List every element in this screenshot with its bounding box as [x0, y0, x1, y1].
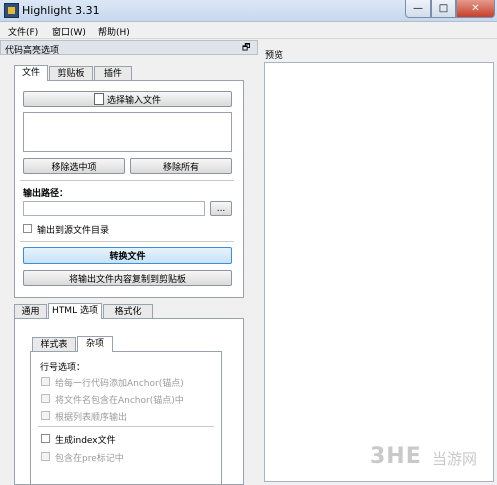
- copy-to-clipboard-button[interactable]: 将输出文件内容复制到剪贴板: [23, 270, 232, 286]
- output-to-source-checkbox[interactable]: [23, 224, 32, 233]
- filename-in-anchor-checkbox[interactable]: [41, 394, 50, 403]
- generate-index-label: 生成index文件: [55, 436, 116, 446]
- document-icon: [93, 93, 104, 105]
- menu-file[interactable]: 文件(F): [8, 25, 38, 38]
- float-panel-icon[interactable]: 🗗: [242, 43, 252, 53]
- ordered-output-checkbox[interactable]: [41, 411, 50, 420]
- browse-button[interactable]: ...: [210, 201, 232, 216]
- tab-clipboard[interactable]: 剪贴板: [49, 66, 93, 81]
- tab-misc[interactable]: 杂项: [77, 336, 113, 352]
- line-options-label: 行号选项：: [40, 363, 86, 373]
- tab-formatting[interactable]: 格式化: [103, 304, 153, 319]
- remove-selected-button[interactable]: 移除选中项: [23, 158, 125, 174]
- generate-index-checkbox[interactable]: [41, 434, 50, 443]
- divider: [20, 180, 234, 181]
- menu-bar: 文件(F) 窗口(W) 帮助(H): [0, 22, 497, 39]
- tab-plugins[interactable]: 插件: [94, 66, 132, 81]
- include-pre-checkbox[interactable]: [41, 452, 50, 461]
- preview-area[interactable]: [264, 62, 494, 482]
- select-input-file-button[interactable]: 选择输入文件: [23, 91, 232, 107]
- watermark-logo: 3HE: [370, 444, 422, 469]
- menu-help[interactable]: 帮助(H): [98, 25, 130, 38]
- convert-files-button[interactable]: 转换文件: [23, 247, 232, 264]
- window-title: Highlight 3.31: [22, 4, 100, 17]
- input-file-list[interactable]: [23, 112, 232, 152]
- anchor-each-line-label: 给每一行代码添加Anchor(锚点): [55, 379, 184, 389]
- tab-stylesheet[interactable]: 样式表: [32, 337, 76, 352]
- anchor-each-line-checkbox[interactable]: [41, 377, 50, 386]
- remove-all-button[interactable]: 移除所有: [130, 158, 232, 174]
- output-path-label: 输出路径：: [23, 189, 69, 199]
- output-to-source-label: 输出到源文件目录: [37, 226, 110, 236]
- ordered-output-label: 根据列表顺序输出: [55, 413, 128, 423]
- menu-window[interactable]: 窗口(W): [52, 25, 86, 38]
- panel-title: 代码高亮选项: [5, 46, 60, 56]
- minimize-button[interactable]: —: [405, 0, 431, 18]
- tab-file[interactable]: 文件: [14, 65, 48, 81]
- divider: [38, 426, 214, 427]
- watermark-text: 当游网: [432, 450, 478, 468]
- options-panel-header: 代码高亮选项 🗗: [0, 40, 258, 56]
- tab-html-options[interactable]: HTML 选项: [48, 303, 102, 319]
- divider: [20, 241, 234, 242]
- maximize-button[interactable]: □: [431, 0, 456, 18]
- tab-general[interactable]: 通用: [14, 304, 47, 319]
- preview-label: 预览: [265, 51, 284, 61]
- filename-in-anchor-label: 将文件名包含在Anchor(锚点)中: [55, 396, 184, 406]
- app-icon: [4, 3, 19, 18]
- output-path-field[interactable]: [23, 201, 205, 216]
- include-pre-label: 包含在pre标记中: [55, 454, 124, 464]
- select-input-file-label: 选择输入文件: [106, 95, 161, 106]
- close-button[interactable]: ✕: [456, 0, 495, 18]
